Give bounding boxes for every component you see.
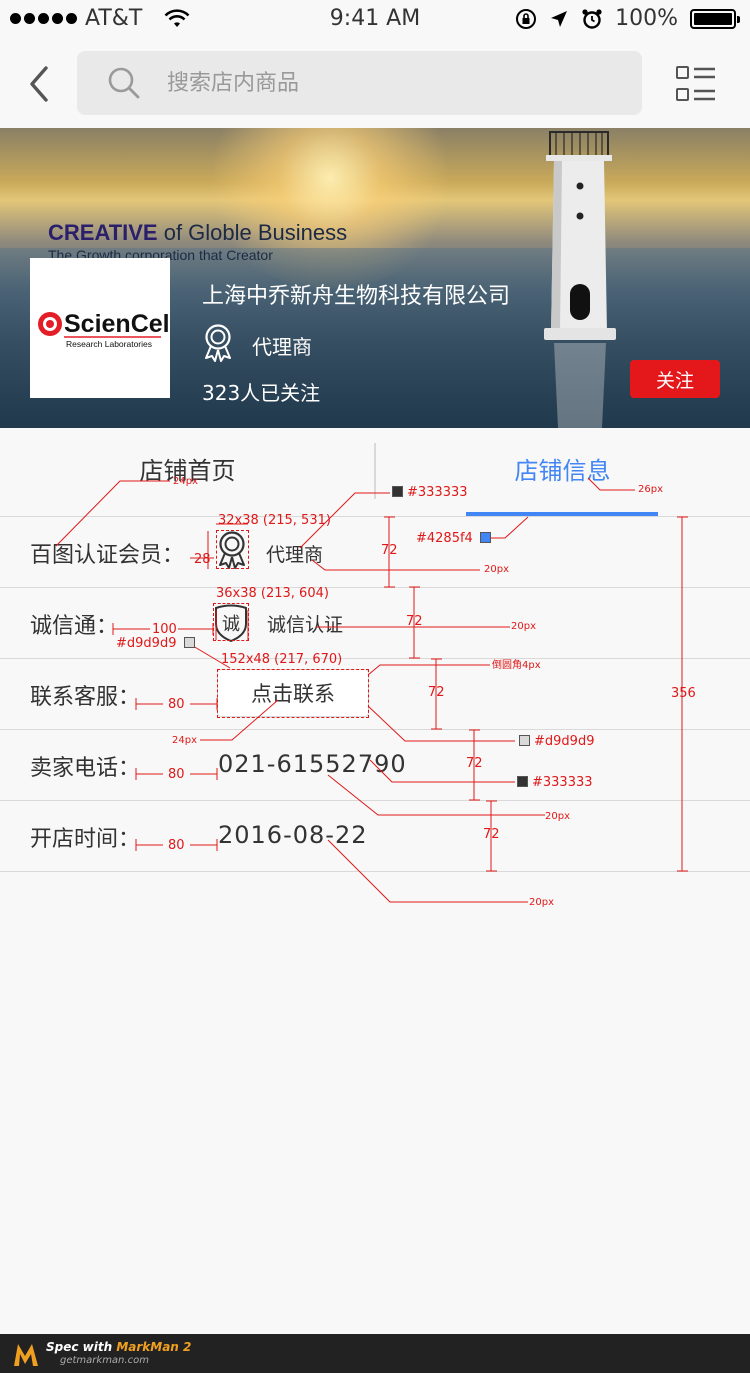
open-date-label: 开店时间：	[30, 827, 141, 852]
anno-icon1-gap: 28	[194, 552, 211, 567]
nav-bar	[0, 40, 750, 128]
logo-text: ScienCell	[64, 310, 170, 338]
battery-percent: 100%	[615, 6, 678, 31]
logo-subtext: Research Laboratories	[66, 339, 152, 349]
shop-badge-text: 代理商	[252, 335, 312, 359]
anno-row3-height: 72	[428, 685, 445, 700]
banner-tagline: CREATIVE of Globle Business The Growth c…	[48, 220, 347, 263]
credit-value: 诚信认证	[267, 614, 344, 636]
tab-shop-home[interactable]: 店铺首页	[0, 428, 375, 516]
anno-button-radius: 倒圆角4px	[492, 660, 541, 671]
shop-name: 上海中乔新舟生物科技有限公司	[202, 284, 511, 309]
anno-button-size: 152x48 (217, 670)	[221, 652, 343, 667]
row-phone: 卖家电话： 021-61552790	[0, 730, 750, 801]
status-bar: AT&T 9:41 AM 100%	[0, 0, 750, 40]
anno-list-height: 356	[671, 686, 696, 701]
row-credit: 诚信通： 诚 诚信认证	[0, 588, 750, 659]
anno-tab-font: 24px	[173, 476, 198, 487]
icon2-measure-box	[213, 603, 249, 641]
tagline-bold: CREATIVE	[48, 220, 158, 245]
anno-date-font: 20px	[529, 897, 554, 908]
open-date-value: 2016-08-22	[218, 821, 368, 849]
tab-shop-info[interactable]: 店铺信息	[375, 428, 750, 516]
member-label: 百图认证会员：	[30, 543, 185, 568]
certified-ribbon-icon	[205, 324, 231, 362]
row-member: 百图认证会员： 代理商	[0, 517, 750, 588]
color-swatch	[517, 776, 528, 787]
anno-row1-font: 20px	[484, 564, 509, 575]
footer-url: getmarkman.com	[60, 1355, 149, 1366]
anno-icon1-size: 32x38 (215, 531)	[218, 513, 331, 528]
anno-row2-font: 20px	[511, 621, 536, 632]
row-open-date: 开店时间： 2016-08-22	[0, 801, 750, 872]
anno-row5-height: 72	[483, 827, 500, 842]
footer-brand: Spec with MarkMan 2	[46, 1340, 192, 1354]
anno-border-color: #d9d9d9	[116, 637, 199, 650]
tab-active-indicator	[466, 512, 658, 516]
anno-button-border: #d9d9d9	[519, 735, 594, 748]
credit-label: 诚信通：	[30, 614, 119, 639]
color-swatch	[392, 486, 403, 497]
anno-tab-color: #333333	[392, 486, 468, 499]
icon1-measure-box	[216, 530, 249, 569]
tab-bar: 店铺首页 店铺信息	[0, 428, 750, 517]
anno-active-font: 26px	[638, 484, 663, 495]
anno-row1-height: 72	[381, 543, 398, 558]
lighthouse-image	[544, 131, 616, 428]
color-swatch	[519, 735, 530, 746]
markman-logo-icon	[14, 1344, 38, 1366]
followers-count: 323人已关注	[202, 381, 321, 405]
shop-logo: ScienCell Research Laboratories	[30, 258, 177, 398]
back-chevron-icon[interactable]	[24, 62, 60, 106]
anno-accent-color: #4285f4	[416, 532, 495, 545]
anno-phone-font: 20px	[545, 811, 570, 822]
search-icon	[108, 67, 140, 99]
sciencell-logo-image: ScienCell Research Laboratories	[38, 310, 177, 349]
search-input[interactable]	[167, 51, 627, 115]
service-label: 联系客服：	[30, 685, 141, 710]
anno-row-text-color: #333333	[517, 776, 593, 789]
anno-gap-80-2: 80	[168, 767, 185, 782]
row-service: 联系客服： 点击联系	[0, 659, 750, 730]
battery-icon	[690, 8, 740, 29]
anno-row2-height: 72	[406, 614, 423, 629]
location-arrow-icon	[551, 10, 568, 27]
color-swatch	[183, 637, 195, 648]
phone-value[interactable]: 021-61552790	[218, 750, 407, 778]
search-box[interactable]	[77, 51, 642, 115]
tagline-rest: of Globle Business	[157, 220, 348, 245]
markman-footer: Spec with MarkMan 2 getmarkman.com	[0, 1334, 750, 1373]
button-measure-box	[217, 669, 369, 718]
shop-banner: CREATIVE of Globle Business The Growth c…	[0, 128, 750, 428]
anno-gap-80-3: 80	[168, 838, 185, 853]
status-right: 100%	[515, 6, 740, 31]
anno-button-font: 24px	[172, 735, 197, 746]
anno-row4-height: 72	[466, 756, 483, 771]
anno-icon2-size: 36x38 (213, 604)	[216, 586, 329, 601]
member-value: 代理商	[266, 544, 324, 566]
color-swatch	[479, 532, 491, 543]
orientation-lock-icon	[516, 8, 537, 29]
menu-grid-icon[interactable]	[676, 66, 716, 102]
follow-button[interactable]: 关注	[630, 360, 720, 398]
anno-label-width: 100	[152, 622, 177, 637]
anno-gap-80-1: 80	[168, 697, 185, 712]
alarm-clock-icon	[582, 8, 602, 29]
phone-label: 卖家电话：	[30, 756, 141, 781]
